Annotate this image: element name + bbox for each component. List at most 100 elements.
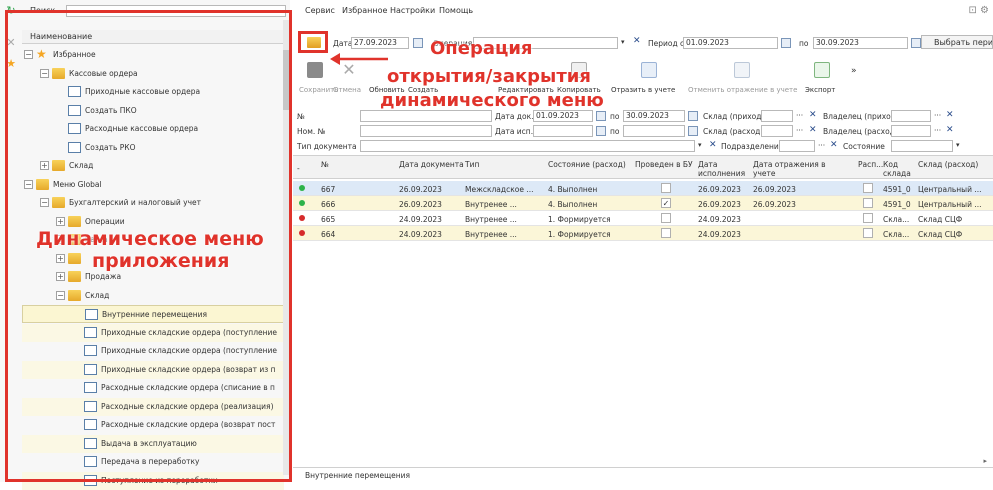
- collapse-icon[interactable]: −: [56, 290, 65, 300]
- rasp-checkbox[interactable]: [863, 228, 873, 238]
- rasp-checkbox[interactable]: [863, 213, 873, 223]
- num-field[interactable]: [360, 110, 492, 122]
- date-exec-to-field[interactable]: [623, 125, 685, 137]
- horizontal-scrollbar[interactable]: ▸: [293, 457, 993, 465]
- tree-item[interactable]: − Кассовые ордера: [22, 65, 284, 83]
- rasp-checkbox[interactable]: [863, 198, 873, 208]
- table-row[interactable]: 666 26.09.2023 Внутренее ... 4. Выполнен 26.…: [293, 196, 993, 211]
- select-period-button[interactable]: Выбрать период: [921, 35, 993, 49]
- tree-item[interactable]: + Склад: [22, 157, 284, 175]
- calendar-icon[interactable]: [413, 38, 423, 48]
- owner-out-field[interactable]: [891, 125, 931, 137]
- division-field[interactable]: [779, 140, 815, 152]
- tab-internal-transfers[interactable]: Внутренние перемещения: [305, 471, 410, 480]
- menu-help[interactable]: Помощь: [439, 6, 473, 15]
- column-header[interactable]: Дата документа: [399, 160, 464, 169]
- unpost-button[interactable]: Отменить отражение в учете: [688, 58, 800, 102]
- more-dots[interactable]: ···: [796, 111, 803, 120]
- period-from-field[interactable]: 01.09.2023: [683, 37, 778, 49]
- tree-item[interactable]: Расходные складские ордера (возврат пост: [22, 416, 284, 434]
- column-header[interactable]: Дата отражения в учете: [753, 160, 833, 178]
- posted-checkbox[interactable]: [661, 228, 671, 238]
- expand-icon[interactable]: +: [56, 272, 65, 281]
- favorites-star-icon[interactable]: ★: [4, 57, 18, 71]
- table-row[interactable]: 664 24.09.2023 Внутренее ... 1. Формируется…: [293, 226, 993, 241]
- column-header[interactable]: №: [321, 160, 329, 169]
- tree-item[interactable]: Поступление из переработки: [22, 471, 284, 490]
- save-button[interactable]: Сохранить: [299, 58, 338, 102]
- column-header[interactable]: Расп...: [858, 160, 883, 169]
- table-row[interactable]: 667 26.09.2023 Межскладское ... 4. Выполнен…: [293, 181, 993, 196]
- tree-item[interactable]: Приходные складские ордера (возврат из п: [22, 360, 284, 379]
- clear-icon[interactable]: ✕: [809, 125, 817, 135]
- tree-item[interactable]: Внутренние перемещения: [22, 305, 284, 323]
- expand-icon[interactable]: +: [56, 253, 65, 263]
- doc-type-field[interactable]: [360, 140, 695, 152]
- column-header[interactable]: Дата исполнения: [698, 160, 745, 178]
- tree-item[interactable]: Выдача в эксплуатацию: [22, 434, 284, 453]
- expand-icon[interactable]: +: [56, 216, 65, 226]
- column-header[interactable]: Состояние (расход): [548, 160, 626, 169]
- calendar-icon[interactable]: [688, 126, 698, 136]
- rasp-checkbox[interactable]: [863, 183, 873, 193]
- chevron-down-icon[interactable]: ▾: [956, 141, 960, 149]
- tree-item[interactable]: Создать ПКО: [22, 102, 284, 120]
- table-row[interactable]: 665 24.09.2023 Внутренее ... 1. Формируется…: [293, 211, 993, 226]
- clear-icon[interactable]: ✕: [633, 36, 641, 46]
- more-dots[interactable]: ···: [818, 141, 825, 150]
- calendar-icon[interactable]: [596, 126, 606, 136]
- search-input[interactable]: [66, 5, 286, 17]
- tree-item[interactable]: Передача в переработку: [22, 453, 284, 471]
- tree-item[interactable]: Расходные кассовые ордера: [22, 120, 284, 138]
- clear-icon[interactable]: ✕: [709, 140, 717, 150]
- toggle-menu-button[interactable]: [298, 31, 328, 53]
- export-button[interactable]: Экспорт: [805, 58, 841, 102]
- column-header[interactable]: Склад (расход): [918, 160, 978, 169]
- column-header[interactable]: Код склада: [883, 160, 913, 178]
- tree-scrollbar[interactable]: [283, 20, 289, 475]
- date-doc-from-field[interactable]: 01.09.2023: [533, 110, 593, 122]
- posted-checkbox[interactable]: [661, 213, 671, 223]
- calendar-icon[interactable]: [781, 38, 791, 48]
- posted-checkbox[interactable]: ✓: [661, 198, 671, 208]
- collapse-icon[interactable]: −: [24, 50, 33, 59]
- menu-settings[interactable]: Настройки: [390, 6, 435, 15]
- clear-icon[interactable]: ✕: [830, 140, 838, 150]
- clear-icon[interactable]: ✕: [946, 110, 954, 120]
- chevron-down-icon[interactable]: ▾: [621, 38, 625, 46]
- clear-icon[interactable]: ✕: [809, 110, 817, 120]
- date-doc-to-field[interactable]: 30.09.2023: [623, 110, 685, 122]
- warehouse-out-field[interactable]: [761, 125, 793, 137]
- column-header[interactable]: -: [297, 164, 300, 173]
- calendar-icon[interactable]: [596, 111, 606, 121]
- tree-item[interactable]: Приходные складские ордера (поступление: [22, 342, 284, 360]
- collapse-icon[interactable]: −: [24, 179, 33, 189]
- tree-item[interactable]: − Бухгалтерский и налоговый учет: [22, 194, 284, 212]
- calendar-icon[interactable]: [688, 111, 698, 121]
- collapse-icon[interactable]: −: [40, 68, 49, 78]
- tree-item[interactable]: Приходные складские ордера (поступление: [22, 323, 284, 342]
- period-to-field[interactable]: 30.09.2023: [813, 37, 908, 49]
- post-button[interactable]: Отразить в учете: [611, 58, 683, 102]
- more-dots[interactable]: ···: [934, 126, 941, 135]
- tree-item[interactable]: Расходные складские ордера (списание в п: [22, 379, 284, 397]
- close-icon[interactable]: ✕: [4, 36, 18, 50]
- window-controls-icon[interactable]: ⊡ ⚙: [968, 5, 989, 16]
- tree-item[interactable]: Приходные кассовые ордера: [22, 83, 284, 101]
- collapse-icon[interactable]: −: [40, 198, 49, 207]
- tree-item[interactable]: − ★ Избранное: [22, 46, 284, 64]
- state-field[interactable]: [891, 140, 953, 152]
- scroll-right-icon[interactable]: ▸: [983, 457, 987, 465]
- refresh-icon[interactable]: ↻: [4, 4, 18, 18]
- tree-scrollbar-thumb[interactable]: [283, 50, 289, 110]
- nomnum-field[interactable]: [360, 125, 492, 137]
- tree-item[interactable]: − Склад: [22, 287, 284, 305]
- menu-favorites[interactable]: Избранное: [342, 6, 387, 15]
- tree-item[interactable]: − Меню Global: [22, 176, 284, 194]
- tree-item[interactable]: Создать РКО: [22, 139, 284, 157]
- clear-icon[interactable]: ✕: [946, 125, 954, 135]
- menu-service[interactable]: Сервис: [305, 6, 335, 15]
- calendar-icon[interactable]: [911, 38, 921, 48]
- column-header[interactable]: Тип: [465, 160, 479, 169]
- warehouse-in-field[interactable]: [761, 110, 793, 122]
